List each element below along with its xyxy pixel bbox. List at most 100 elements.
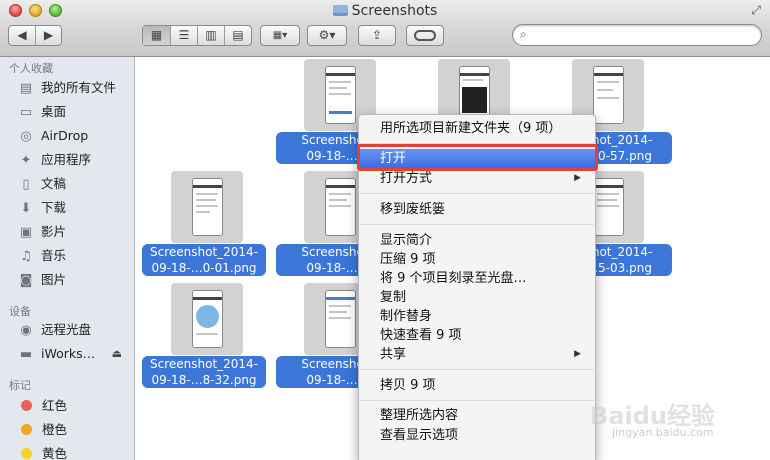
menu-separator	[360, 224, 594, 225]
icon-view-icon[interactable]: ▦	[143, 26, 170, 45]
music-icon: ♫	[20, 249, 32, 264]
share-button[interactable]: ⇪	[358, 25, 396, 46]
sidebar-item-label: 文稿	[41, 176, 67, 191]
applications-icon: ✦	[20, 153, 32, 168]
screenshot-preview-icon	[593, 178, 624, 236]
tags-header: 标记	[9, 379, 31, 392]
menu-item-label: 打开方式	[380, 171, 433, 186]
menu-item-label: 拷贝 9 项	[380, 378, 436, 393]
watermark-url: jingyan.baidu.com	[612, 426, 714, 439]
screenshot-preview-icon	[192, 178, 223, 236]
menu-item-label: 整理所选内容	[380, 408, 459, 423]
annotation-highlight-box	[357, 144, 598, 171]
sidebar-item-label: 黄色	[42, 446, 68, 460]
menu-item-clean-up-selection[interactable]: 整理所选内容	[359, 406, 595, 425]
eject-icon[interactable]: ⏏	[112, 343, 122, 365]
menu-item-show-view-options[interactable]: 查看显示选项	[359, 426, 595, 445]
file-name-label[interactable]: Screenshot_2014- 09-18-…0-01.png	[142, 244, 266, 276]
menu-item-label: 制作替身	[380, 309, 433, 324]
devices-header: 设备	[9, 305, 31, 318]
sidebar-item-applications[interactable]: ✦ 应用程序	[17, 149, 132, 171]
menu-item-new-folder-with-selection[interactable]: 用所选项目新建文件夹（9 项）	[359, 119, 595, 138]
coverflow-view-icon[interactable]: ▤	[224, 26, 251, 45]
sidebar-item-documents[interactable]: ▯ 文稿	[17, 173, 132, 195]
remote-disc-icon: ◉	[20, 323, 32, 338]
menu-item-label: 移到废纸篓	[380, 202, 446, 217]
sidebar-item-pictures[interactable]: ◙ 图片	[17, 269, 132, 291]
file-thumbnail[interactable]	[171, 171, 243, 243]
sidebar-tag-orange[interactable]: 橙色	[17, 419, 132, 441]
menu-item-label: 用所选项目新建文件夹（9 项）	[380, 121, 562, 136]
fullscreen-icon[interactable]: ⤢	[751, 3, 761, 18]
file-name-label[interactable]: Screenshot_2014- 09-18-…8-32.png	[142, 356, 266, 388]
sidebar-tag-yellow[interactable]: 黄色	[17, 443, 132, 460]
downloads-icon: ⬇	[20, 201, 32, 216]
disk-icon: ▬	[19, 347, 33, 362]
screenshot-preview-icon	[593, 66, 624, 124]
action-button[interactable]: ⚙▾	[307, 25, 347, 46]
sidebar-item-downloads[interactable]: ⬇ 下载	[17, 197, 132, 219]
menu-item-burn-to-disc[interactable]: 将 9 个项目刻录至光盘…	[359, 269, 595, 288]
sidebar-item-airdrop[interactable]: ◎ AirDrop	[17, 125, 132, 147]
menu-item-get-info[interactable]: 显示简介	[359, 231, 595, 250]
sidebar-item-label: 图片	[41, 272, 67, 287]
menu-item-label: 共享	[380, 347, 407, 362]
arrange-button[interactable]: ▦▾	[260, 25, 300, 46]
menu-item-label: 复制	[380, 290, 407, 305]
menu-item-quick-look[interactable]: 快速查看 9 项	[359, 326, 595, 345]
sidebar: 个人收藏 ▤ 我的所有文件 ▭ 桌面 ◎ AirDrop ✦ 应用程序 ▯ 文稿 ⬇ 下载 …	[0, 57, 135, 460]
navigation-buttons: ◀ ▶	[8, 25, 62, 46]
share-icon: ⇪	[371, 28, 383, 42]
screenshot-preview-icon	[325, 66, 356, 124]
menu-item-copy[interactable]: 拷贝 9 项	[359, 376, 595, 395]
menu-item-label: 显示简介	[380, 233, 433, 248]
sidebar-item-remote-disc[interactable]: ◉ 远程光盘	[17, 319, 132, 341]
sidebar-item-label: 影片	[41, 224, 67, 239]
sidebar-item-iworks-disk[interactable]: ▬ iWorks… ⏏	[17, 343, 132, 365]
menu-item-compress[interactable]: 压缩 9 项	[359, 250, 595, 269]
menu-item-label: 将 9 个项目刻录至光盘…	[380, 271, 527, 286]
menu-item-label: 查看显示选项	[380, 428, 459, 443]
search-field[interactable]: ⌕	[512, 24, 762, 46]
desktop-icon: ▭	[19, 105, 33, 120]
sidebar-item-label: 远程光盘	[41, 322, 92, 337]
finder-window: Screenshots ⤢ ◀ ▶ ▦ ☰ ▥ ▤ ▦▾ ⚙▾ ⇪ ⌕ 个人收藏 ▤ 我的…	[0, 0, 770, 460]
tag-icon	[414, 30, 436, 41]
window-title-text: Screenshots	[351, 3, 438, 19]
list-view-icon[interactable]: ☰	[170, 26, 197, 45]
view-mode-buttons: ▦ ☰ ▥ ▤	[142, 25, 252, 46]
sidebar-item-desktop[interactable]: ▭ 桌面	[17, 101, 132, 123]
menu-item-share[interactable]: 共享 ▶	[359, 345, 595, 364]
tags-button[interactable]	[406, 25, 444, 46]
chevron-right-icon[interactable]: ▶	[35, 26, 61, 45]
airdrop-icon: ◎	[20, 129, 32, 144]
all-files-icon: ▤	[19, 81, 33, 96]
sidebar-item-label: 应用程序	[41, 152, 92, 167]
chevron-left-icon[interactable]: ◀	[9, 26, 35, 45]
menu-item-label: 压缩 9 项	[380, 252, 436, 267]
screenshot-preview-icon	[192, 290, 223, 348]
chevron-right-icon: ▶	[574, 173, 581, 183]
menu-item-duplicate[interactable]: 复制	[359, 288, 595, 307]
sidebar-item-all-files[interactable]: ▤ 我的所有文件	[17, 77, 132, 99]
file-thumbnail[interactable]	[171, 283, 243, 355]
menu-separator	[360, 193, 594, 194]
menu-item-open-with[interactable]: 打开方式 ▶	[359, 169, 595, 188]
sidebar-item-label: AirDrop	[41, 128, 89, 143]
sidebar-tag-red[interactable]: 红色	[17, 395, 132, 417]
menu-item-make-alias[interactable]: 制作替身	[359, 307, 595, 326]
file-name-line: Screenshot_2014-	[149, 357, 259, 371]
sidebar-item-label: 橙色	[42, 422, 68, 437]
window-title: Screenshots	[0, 3, 770, 19]
movies-icon: ▣	[19, 225, 33, 240]
sidebar-item-movies[interactable]: ▣ 影片	[17, 221, 132, 243]
arrange-icon: ▦▾	[272, 30, 288, 41]
documents-icon: ▯	[22, 177, 30, 192]
sidebar-item-label: 下载	[41, 200, 67, 215]
sidebar-item-music[interactable]: ♫ 音乐	[17, 245, 132, 267]
column-view-icon[interactable]: ▥	[197, 26, 224, 45]
sidebar-item-label: 桌面	[41, 104, 67, 119]
menu-item-label: 快速查看 9 项	[380, 328, 462, 343]
pictures-icon: ◙	[19, 273, 33, 288]
menu-item-move-to-trash[interactable]: 移到废纸篓	[359, 200, 595, 219]
